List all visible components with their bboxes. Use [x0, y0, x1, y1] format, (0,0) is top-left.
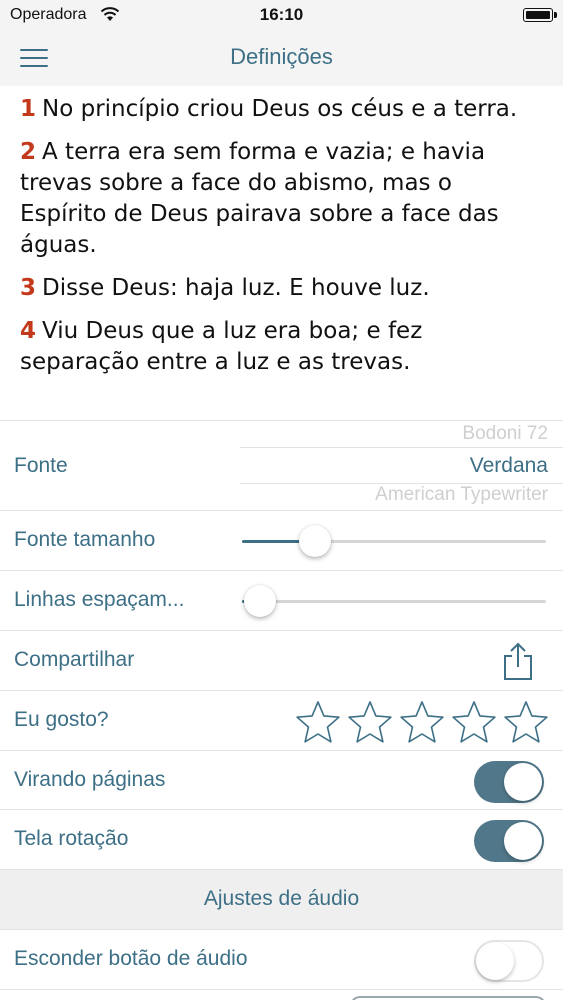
battery-icon: [523, 8, 557, 22]
verse: 1 No princípio criou Deus os céus e a ter…: [20, 94, 543, 125]
section-title: Ajustes de áudio: [203, 887, 360, 910]
picker-divider: [240, 447, 563, 448]
star-outline-icon[interactable]: [451, 699, 497, 745]
verse-text: No princípio criou Deus os céus e a terr…: [42, 96, 518, 122]
font-label: Fonte: [14, 454, 68, 477]
rating-row: Eu gosto?: [0, 690, 563, 750]
line-spacing-slider[interactable]: [242, 585, 546, 617]
status-time: 16:10: [259, 5, 304, 24]
hide-audio-row: Esconder botão de áudio: [0, 929, 563, 989]
star-outline-icon[interactable]: [347, 699, 393, 745]
font-option-selected[interactable]: Verdana: [470, 454, 548, 478]
verse-text: Disse Deus: haja luz. E houve luz.: [42, 275, 430, 301]
verse: 4 Viu Deus que a luz era boa; e fez separ…: [20, 316, 543, 378]
share-icon[interactable]: [501, 641, 535, 681]
next-row-partial: [0, 989, 563, 1000]
text-preview: 1 No princípio criou Deus os céus e a ter…: [0, 86, 563, 420]
share-row[interactable]: Compartilhar: [0, 630, 563, 690]
font-picker[interactable]: Bodoni 72 Verdana American Typewriter: [240, 421, 563, 511]
rotation-toggle[interactable]: [474, 820, 544, 862]
verse: 2A terra era sem forma e vazia; e havia …: [20, 137, 543, 261]
page-flip-label: Virando páginas: [14, 768, 166, 791]
share-label: Compartilhar: [14, 648, 135, 671]
font-size-row: Fonte tamanho: [0, 510, 563, 570]
star-rating[interactable]: [295, 699, 549, 745]
font-size-slider[interactable]: [242, 525, 546, 557]
toggle-knob: [504, 763, 542, 801]
page-flip-toggle[interactable]: [474, 761, 544, 803]
star-outline-icon[interactable]: [503, 699, 549, 745]
slider-thumb[interactable]: [298, 525, 331, 557]
font-row: Fonte Bodoni 72 Verdana American Typewri…: [0, 420, 563, 510]
line-spacing-row: Linhas espaçam...: [0, 570, 563, 630]
hide-audio-toggle[interactable]: [474, 940, 544, 982]
line-spacing-label: Linhas espaçam...: [14, 588, 185, 611]
verse-number: 1: [20, 96, 37, 122]
rotation-row: Tela rotação: [0, 809, 563, 869]
slider-thumb[interactable]: [244, 585, 277, 617]
star-outline-icon[interactable]: [295, 699, 341, 745]
star-outline-icon[interactable]: [399, 699, 445, 745]
toggle-knob: [504, 822, 542, 860]
font-option[interactable]: Bodoni 72: [462, 423, 548, 445]
verse-number: 4: [20, 318, 37, 344]
font-size-label: Fonte tamanho: [14, 528, 156, 551]
page-flip-row: Virando páginas: [0, 750, 563, 809]
hide-audio-label: Esconder botão de áudio: [14, 947, 248, 970]
rotation-label: Tela rotação: [14, 827, 129, 850]
rating-label: Eu gosto?: [14, 708, 109, 731]
navigation-bar: Definições: [0, 30, 563, 86]
verse-text: Viu Deus que a luz era boa; e fez separa…: [20, 318, 423, 375]
font-option[interactable]: American Typewriter: [375, 484, 548, 506]
verse-number: 3: [20, 275, 37, 301]
verse-text: A terra era sem forma e vazia; e havia t…: [20, 139, 499, 258]
audio-section-header: Ajustes de áudio: [0, 869, 563, 929]
verse-number: 2: [20, 139, 37, 165]
verse: 3 Disse Deus: haja luz. E houve luz.: [20, 273, 543, 304]
status-bar: Operadora 16:10: [0, 0, 563, 30]
page-title: Definições: [230, 44, 333, 69]
partial-control: [350, 996, 546, 1000]
toggle-knob: [476, 942, 514, 980]
